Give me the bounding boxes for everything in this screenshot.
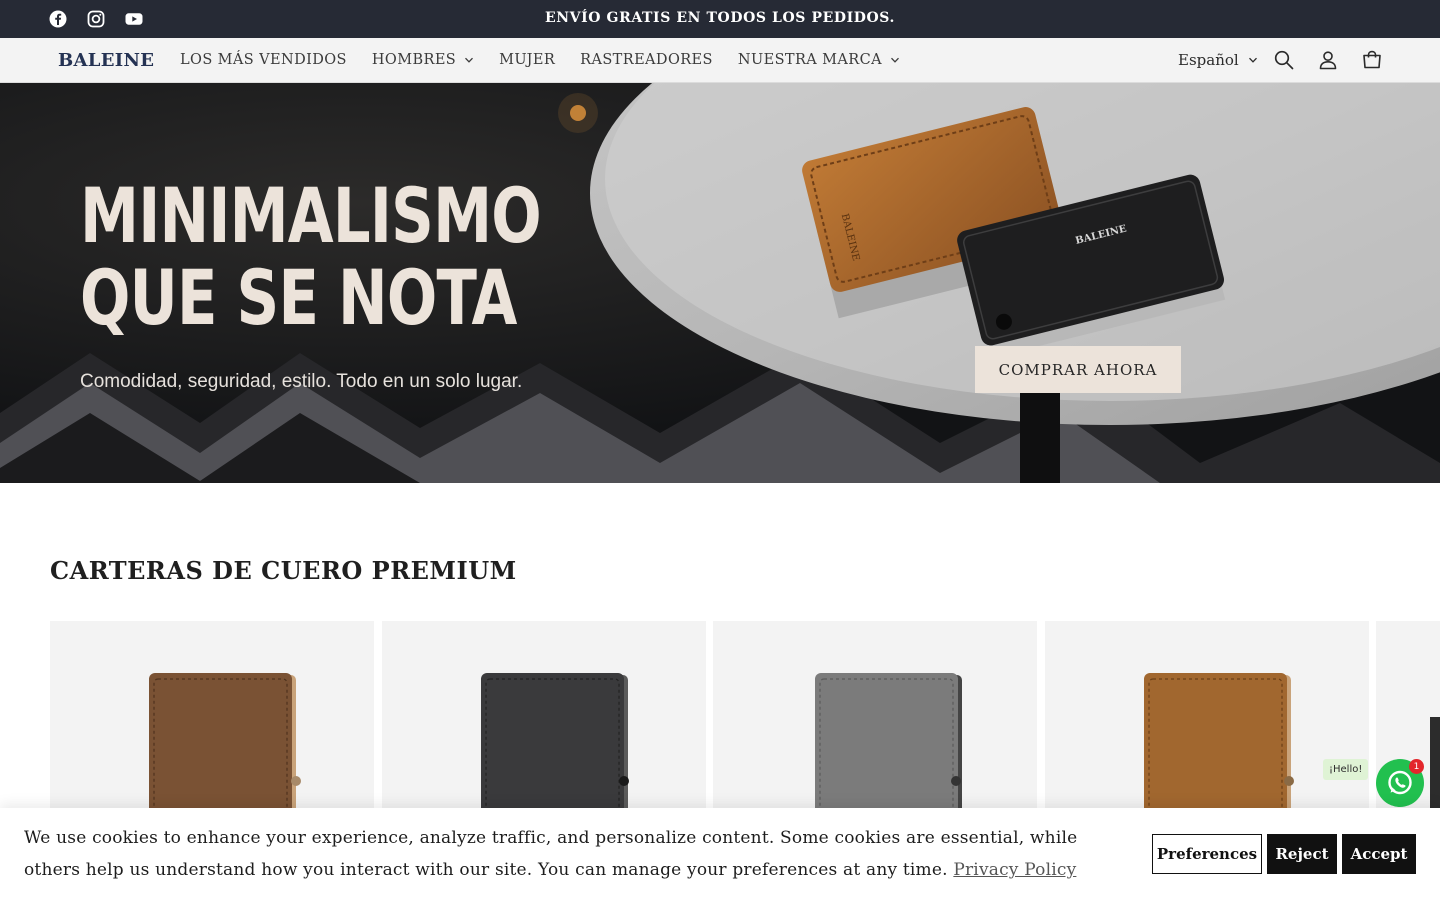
hero-title-line-1: MINIMALISMO xyxy=(80,171,542,260)
section-title: CARTERAS DE CUERO PREMIUM xyxy=(50,556,517,585)
language-label: Español xyxy=(1178,51,1239,69)
nav-item-best-sellers[interactable]: LOS MÁS VENDIDOS xyxy=(180,52,347,68)
reject-button[interactable]: Reject xyxy=(1267,834,1337,874)
product-image xyxy=(815,673,962,821)
main-nav: LOS MÁS VENDIDOS HOMBRES MUJER RASTREADO… xyxy=(180,38,925,82)
nav-item-women[interactable]: MUJER xyxy=(499,52,555,68)
shop-now-button[interactable]: COMPRAR AHORA xyxy=(975,346,1181,393)
preferences-button[interactable]: Preferences xyxy=(1152,834,1262,874)
product-image xyxy=(1144,673,1294,821)
hero-banner: BALEINE BALEINE MINIMALISMO QUE SE NOTA … xyxy=(0,83,1440,483)
hero-title: MINIMALISMO QUE SE NOTA xyxy=(80,171,542,342)
product-card[interactable] xyxy=(382,621,706,821)
chevron-down-icon xyxy=(1248,57,1257,63)
search-icon[interactable] xyxy=(1273,49,1295,71)
announcement-text: ENVÍO GRATIS EN TODOS LOS PEDIDOS. xyxy=(545,10,895,26)
site-header: BALEINE LOS MÁS VENDIDOS HOMBRES MUJER R… xyxy=(0,38,1440,83)
nav-item-label: LOS MÁS VENDIDOS xyxy=(180,52,347,68)
nav-item-label: RASTREADORES xyxy=(580,52,713,68)
cookie-message: We use cookies to enhance your experienc… xyxy=(24,822,1134,886)
wallet-body xyxy=(815,673,958,821)
wallet-body xyxy=(1144,673,1287,821)
notification-badge: 1 xyxy=(1409,759,1424,774)
hero-title-line-2: QUE SE NOTA xyxy=(80,253,517,342)
announcement-bar: ENVÍO GRATIS EN TODOS LOS PEDIDOS. xyxy=(0,0,1440,38)
nav-item-trackers[interactable]: RASTREADORES xyxy=(580,52,713,68)
language-selector[interactable]: Español xyxy=(1178,51,1258,69)
nav-item-our-brand[interactable]: NUESTRA MARCA xyxy=(738,52,900,68)
hero-subtitle: Comodidad, seguridad, estilo. Todo en un… xyxy=(80,371,523,392)
accept-button[interactable]: Accept xyxy=(1342,834,1416,874)
product-image xyxy=(149,673,301,821)
cart-icon[interactable] xyxy=(1361,49,1383,71)
whatsapp-greeting[interactable]: ¡Hello! xyxy=(1323,759,1369,780)
nav-item-label: NUESTRA MARCA xyxy=(737,52,882,68)
wallet-body xyxy=(149,673,292,821)
nav-item-label: MUJER xyxy=(499,52,556,68)
product-card[interactable] xyxy=(50,621,374,821)
brand-logo[interactable]: BALEINE xyxy=(58,50,154,71)
product-image xyxy=(481,673,629,821)
privacy-policy-link[interactable]: Privacy Policy xyxy=(953,860,1076,880)
cookie-banner: We use cookies to enhance your experienc… xyxy=(0,808,1440,900)
nav-item-label: HOMBRES xyxy=(371,52,457,68)
cookie-text: We use cookies to enhance your experienc… xyxy=(24,828,1078,880)
wallet-body xyxy=(481,673,624,821)
product-card[interactable] xyxy=(713,621,1037,821)
product-card[interactable] xyxy=(1045,621,1369,821)
account-icon[interactable] xyxy=(1317,49,1339,71)
nav-item-men[interactable]: HOMBRES xyxy=(372,52,474,68)
product-carousel xyxy=(50,621,1440,821)
chevron-down-icon xyxy=(465,57,474,63)
chevron-down-icon xyxy=(891,57,899,63)
